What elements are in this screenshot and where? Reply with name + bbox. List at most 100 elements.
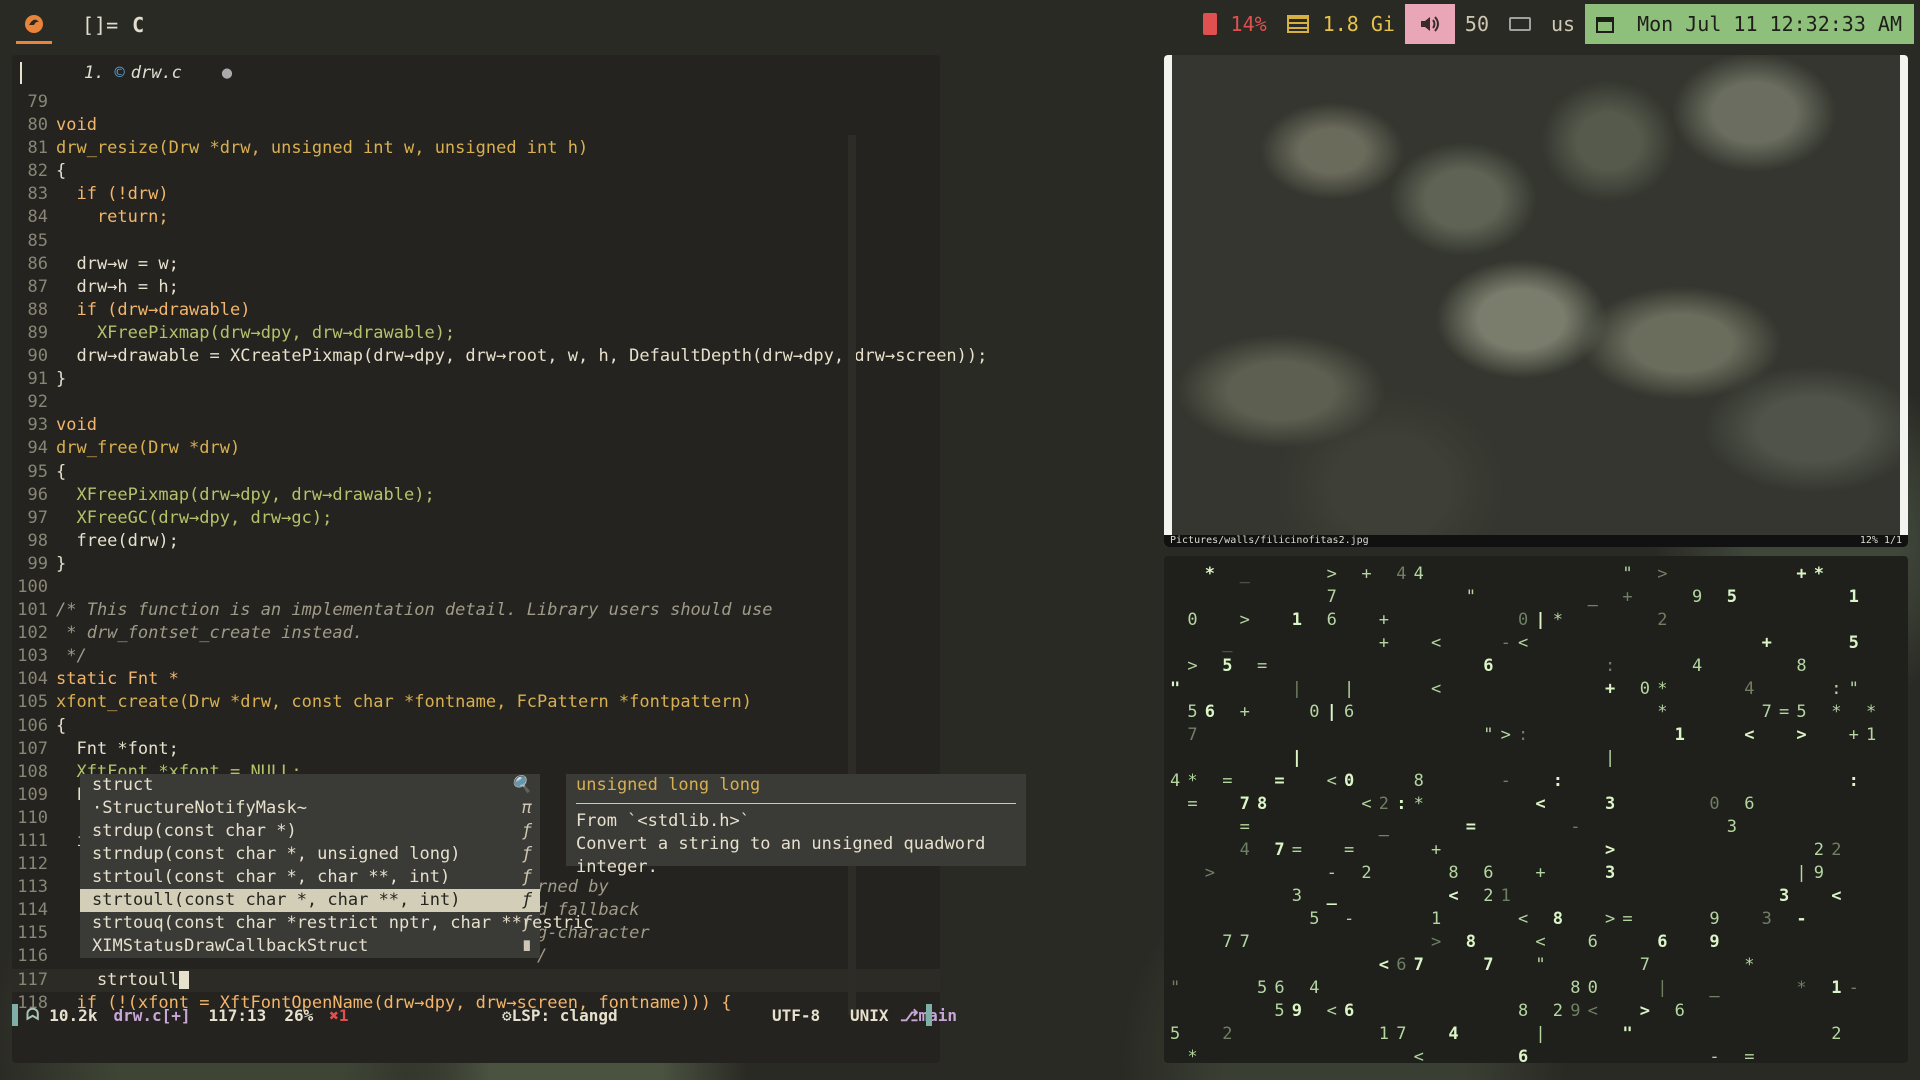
code-line[interactable]: 92 bbox=[12, 391, 940, 414]
matrix-glyph: " bbox=[1848, 679, 1859, 699]
code-line[interactable]: 102 * drw_fontset_create instead. bbox=[12, 622, 940, 645]
line-number: 110 bbox=[17, 807, 48, 828]
matrix-glyph: < bbox=[1831, 886, 1842, 906]
code-line[interactable]: 117 strtoull bbox=[12, 968, 940, 992]
completion-item[interactable]: strdup(const char *) ƒ bbox=[80, 820, 540, 843]
memory-icon bbox=[1286, 15, 1309, 33]
code-line[interactable]: 89 XFreePixmap(drw→dpy, drw→drawable); bbox=[12, 322, 940, 345]
matrix-glyph: 1 bbox=[1378, 1024, 1390, 1044]
matrix-glyph: < bbox=[1413, 1047, 1424, 1063]
code-line[interactable]: 104 static Fnt * bbox=[12, 668, 940, 691]
code-line[interactable]: 95 { bbox=[12, 461, 940, 484]
code-line[interactable]: 100 bbox=[12, 576, 940, 599]
code-line[interactable]: 93 void bbox=[12, 414, 940, 437]
modified-indicator: ● bbox=[221, 63, 233, 83]
distro-logo-icon[interactable] bbox=[16, 6, 52, 44]
completion-item[interactable]: struct 🔍 bbox=[80, 774, 540, 797]
line-text: Fnt *font; bbox=[56, 738, 179, 759]
matrix-glyph: + bbox=[1761, 633, 1772, 653]
volume-icon[interactable] bbox=[1404, 4, 1455, 44]
code-line[interactable]: 81 drw_resize(Drw *drw, unsigned int w, u… bbox=[12, 137, 940, 160]
clock[interactable]: Mon Jul 11 12:32:33 AM bbox=[1625, 4, 1914, 44]
line-text: if (!drw) bbox=[56, 184, 169, 205]
matrix-glyph: + bbox=[1605, 679, 1616, 699]
completion-item[interactable]: strndup(const char *, unsigned long) ƒ bbox=[80, 843, 540, 866]
code-line[interactable]: 96 XFreePixmap(drw→dpy, drw→drawable); bbox=[12, 484, 940, 507]
matrix-glyph: + bbox=[1848, 725, 1859, 745]
code-line[interactable]: 87 drw→h = h; bbox=[12, 276, 940, 299]
line-text: XFreeGC(drw→dpy, drw→gc); bbox=[56, 507, 333, 528]
lsp-label: LSP: clangd bbox=[511, 1005, 618, 1025]
code-line[interactable]: 94 drw_free(Drw *drw) bbox=[12, 437, 940, 460]
code-line[interactable]: 83 if (!drw) bbox=[12, 183, 940, 206]
completion-item[interactable]: strtouq(const char *restrict nptr, char … bbox=[80, 912, 594, 935]
completion-kind-icon: π bbox=[521, 798, 532, 818]
terminal-matrix[interactable]: * _ > +4 4 " > + * 7 " _ +9 5 1 0 >1 6 +0 | * 2 _ + < - < +5 >5 = 6:4 8… bbox=[1164, 556, 1908, 1063]
code-line[interactable]: 98 free(drw); bbox=[12, 530, 940, 553]
matrix-glyph: 8 bbox=[1413, 771, 1424, 791]
code-line[interactable]: 106 { bbox=[12, 715, 940, 738]
matrix-glyph: : bbox=[1605, 656, 1616, 676]
code-line[interactable]: 90 drw→drawable = XCreatePixmap(drw→dpy,… bbox=[12, 345, 988, 368]
code-line[interactable]: 84 return; bbox=[12, 206, 940, 229]
layout-indicator[interactable]: []= bbox=[82, 13, 118, 37]
line-number: 113 bbox=[17, 877, 48, 898]
error-count-value: 1 bbox=[338, 1005, 349, 1025]
code-line[interactable]: 99} bbox=[12, 553, 940, 576]
scrollbar[interactable] bbox=[848, 135, 856, 1015]
status-bar: []= C 14% 1.8 Gi 50 us Mon Jul 11 12:32:… bbox=[0, 0, 1920, 49]
completion-item[interactable]: XIMStatusDrawCallbackStruct ∎ bbox=[80, 935, 540, 958]
image-viewer[interactable]: Pictures/walls/filicinofitas2.jpg 12% 1/… bbox=[1164, 55, 1908, 547]
completion-item[interactable]: ·StructureNotifyMask~ π bbox=[80, 797, 540, 820]
code-line[interactable]: 101 /* This function is an implementation… bbox=[12, 599, 940, 622]
code-line[interactable]: 79 bbox=[12, 91, 940, 114]
code-line[interactable]: 85 bbox=[12, 230, 940, 253]
completion-item[interactable]: strtoul(const char *, char **, int) ƒ bbox=[80, 866, 540, 889]
matrix-glyph: < bbox=[1587, 1001, 1598, 1021]
matrix-glyph: 2 bbox=[1483, 886, 1494, 906]
code-line[interactable]: 82 { bbox=[12, 160, 940, 183]
code-line[interactable]: 105 xfont_create(Drw *drw, const char *fo… bbox=[12, 691, 940, 714]
completion-menu[interactable]: struct 🔍 ·StructureNotifyMask~ π strdup(cons… bbox=[80, 774, 594, 958]
code-line[interactable]: 86 drw→w = w; bbox=[12, 253, 940, 276]
matrix-glyph: * bbox=[1813, 564, 1825, 584]
line-text: static Fnt * bbox=[56, 669, 179, 690]
battery-percent: 14% bbox=[1230, 12, 1267, 36]
code-line[interactable]: 80 void bbox=[12, 114, 940, 137]
line-text: xfont_create(Drw *drw, const char *fontn… bbox=[56, 692, 752, 713]
completion-kind-icon: ƒ bbox=[521, 844, 532, 864]
matrix-glyph: 5 bbox=[1796, 702, 1807, 722]
matrix-glyph: | bbox=[1326, 702, 1337, 722]
calendar-icon[interactable] bbox=[1585, 4, 1626, 44]
matrix-glyph: < bbox=[1448, 886, 1459, 906]
matrix-glyph: 1 bbox=[1866, 725, 1877, 745]
line-number: 91 bbox=[27, 369, 48, 390]
matrix-glyph: 4 bbox=[1170, 771, 1181, 791]
completion-kind-icon: ƒ bbox=[521, 890, 532, 910]
tab-filename[interactable]: drw.c bbox=[131, 63, 182, 83]
matrix-glyph: > bbox=[1187, 656, 1198, 676]
line-text: free(drw); bbox=[56, 530, 179, 551]
matrix-glyph: > bbox=[1605, 909, 1616, 929]
code-line[interactable]: 107 Fnt *font; bbox=[12, 738, 940, 761]
git-branch-icon: ⎇ bbox=[900, 1005, 919, 1025]
line-number: 86 bbox=[27, 253, 48, 274]
wallpaper-image bbox=[1172, 55, 1900, 535]
zoom-level: 12% bbox=[1859, 535, 1878, 546]
matrix-glyph: 1 bbox=[1674, 725, 1685, 745]
code-line[interactable]: 97 XFreeGC(drw→dpy, drw→gc); bbox=[12, 507, 940, 530]
code-line[interactable]: 103 */ bbox=[12, 645, 940, 668]
line-text: drw→h = h; bbox=[56, 276, 179, 297]
matrix-glyph: > bbox=[1796, 725, 1807, 745]
matrix-glyph: 5 bbox=[1187, 702, 1198, 722]
completion-item[interactable]: strtoull(const char *, char **, int) ƒ bbox=[80, 889, 540, 912]
matrix-glyph: 4 bbox=[1239, 840, 1250, 860]
line-number: 94 bbox=[27, 438, 48, 459]
matrix-glyph: 7 bbox=[1274, 840, 1285, 860]
code-line[interactable]: 88 if (drw→drawable) bbox=[12, 299, 940, 322]
line-text: strtoull bbox=[56, 969, 179, 990]
matrix-glyph: * bbox=[1657, 702, 1668, 722]
code-line[interactable]: 91} bbox=[12, 368, 940, 391]
matrix-glyph: 7 bbox=[1326, 587, 1337, 607]
matrix-glyph: _ bbox=[1587, 587, 1598, 607]
